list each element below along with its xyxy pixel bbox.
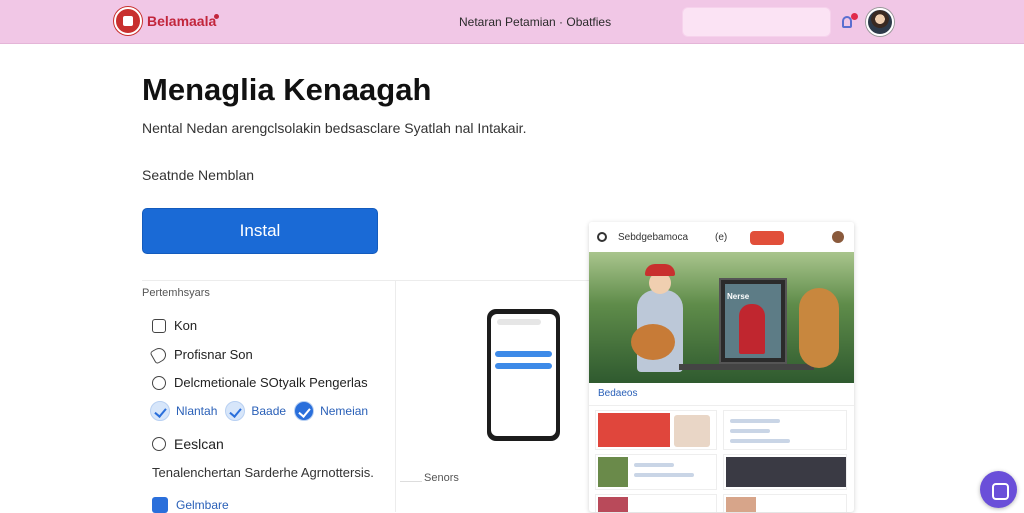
- preview-tile: [723, 410, 847, 450]
- red-hat: [645, 264, 675, 276]
- section-heading-row: Eeslcan: [152, 436, 224, 452]
- guitar-icon: [799, 288, 839, 368]
- section-title: Eeslcan: [174, 436, 224, 452]
- tile-thumbnail: [598, 457, 628, 487]
- chat-fab-button[interactable]: [980, 471, 1017, 508]
- user-avatar[interactable]: [866, 8, 894, 36]
- brand-name[interactable]: Belamaala: [147, 13, 216, 29]
- tile-thumbnail: [598, 497, 628, 512]
- divider-vertical: [395, 281, 396, 512]
- phone-screenshot[interactable]: [487, 309, 560, 441]
- chip-3[interactable]: Nemeian: [294, 401, 368, 421]
- preview-header-mid: (e): [715, 232, 728, 243]
- preview-header-button: [750, 231, 784, 245]
- footer-link-label: Gelmbare: [176, 498, 229, 512]
- phone-list-bar: [495, 351, 552, 357]
- check-icon: [225, 401, 246, 421]
- permission-item: Profisnar Son: [149, 344, 253, 365]
- tile-text: [730, 429, 770, 433]
- desk: [679, 364, 814, 370]
- feature-chips: Nlantah Baade Nemeian: [150, 401, 368, 421]
- search-input[interactable]: [682, 7, 831, 37]
- preview-app-name: Sebdgebamoca: [618, 232, 689, 243]
- footer-link[interactable]: Gelmbare: [152, 497, 229, 513]
- preview-card[interactable]: Sebdgebamoca (e) Nerse Bedaeos: [589, 222, 854, 512]
- chip-label: Baade: [251, 404, 287, 418]
- guitar-icon: [631, 324, 675, 360]
- phone-header-bar: [497, 319, 541, 325]
- preview-tile: [595, 494, 717, 512]
- preview-tile: [723, 454, 847, 490]
- check-icon: [294, 401, 315, 421]
- brand-logo-icon[interactable]: [114, 7, 142, 35]
- top-bar: Belamaala Netaran Petamian · Obatfies: [0, 0, 1024, 44]
- chip-2[interactable]: Baade: [225, 401, 286, 421]
- permission-item: Kon: [152, 318, 197, 333]
- preview-tile: [595, 454, 717, 490]
- permission-label: Delcmetionale SOtyalk Pengerlas: [174, 375, 368, 390]
- divider: [400, 481, 422, 482]
- app-title: Menaglia Kenaagah: [142, 72, 432, 107]
- section-description: Tenalenchertan Sarderhe Agrnottersis.: [152, 465, 374, 480]
- permissions-title: Pertemhsyars: [142, 287, 210, 299]
- document-icon: [152, 497, 168, 513]
- permission-label: Kon: [174, 318, 198, 333]
- chip-label: Nemeian: [320, 404, 369, 418]
- permission-label: Profisnar Son: [174, 347, 253, 362]
- side-section-title: Senors: [424, 472, 459, 484]
- chat-icon: [152, 375, 166, 390]
- divider: [142, 280, 590, 281]
- preview-tile: [723, 494, 847, 512]
- phone-list-bar: [495, 363, 552, 369]
- chip-label: Nlantah: [176, 404, 218, 418]
- monitor-caption: Nerse: [727, 292, 750, 301]
- tag-icon: [149, 344, 169, 365]
- preview-header: Sebdgebamoca (e): [589, 222, 854, 252]
- tile-text: [730, 439, 790, 443]
- tile-thumbnail: [598, 413, 670, 447]
- divider: [589, 405, 854, 406]
- developer-name[interactable]: Seatnde Nemblan: [142, 167, 254, 183]
- app-subtitle: Nental Nedan arengclsolakin bedsasclare …: [142, 120, 527, 136]
- preview-avatar: [832, 231, 844, 243]
- tile-text: [634, 473, 694, 477]
- preview-hero-image: Nerse: [589, 252, 854, 383]
- chip-1[interactable]: Nlantah: [150, 401, 217, 421]
- chat-bubble-icon: [152, 437, 166, 451]
- preview-logo-icon: [597, 232, 607, 242]
- message-icon: [152, 318, 166, 333]
- install-button[interactable]: Instal: [142, 208, 378, 254]
- notification-bell-icon[interactable]: [840, 12, 858, 32]
- permission-item: Delcmetionale SOtyalk Pengerlas: [152, 375, 368, 390]
- phone-screen: [491, 314, 556, 436]
- tile-portrait: [674, 415, 710, 447]
- preview-section-title: Bedaeos: [598, 388, 638, 399]
- tile-text: [730, 419, 780, 423]
- monitor-person: [739, 304, 765, 354]
- brand-dot-icon: [214, 14, 219, 19]
- tile-thumbnail: [726, 497, 756, 512]
- preview-tile: [595, 410, 717, 450]
- check-icon: [150, 401, 170, 421]
- nav-links[interactable]: Netaran Petamian · Obatfies: [459, 15, 611, 29]
- tile-text: [634, 463, 674, 467]
- tile-thumbnail: [726, 457, 846, 487]
